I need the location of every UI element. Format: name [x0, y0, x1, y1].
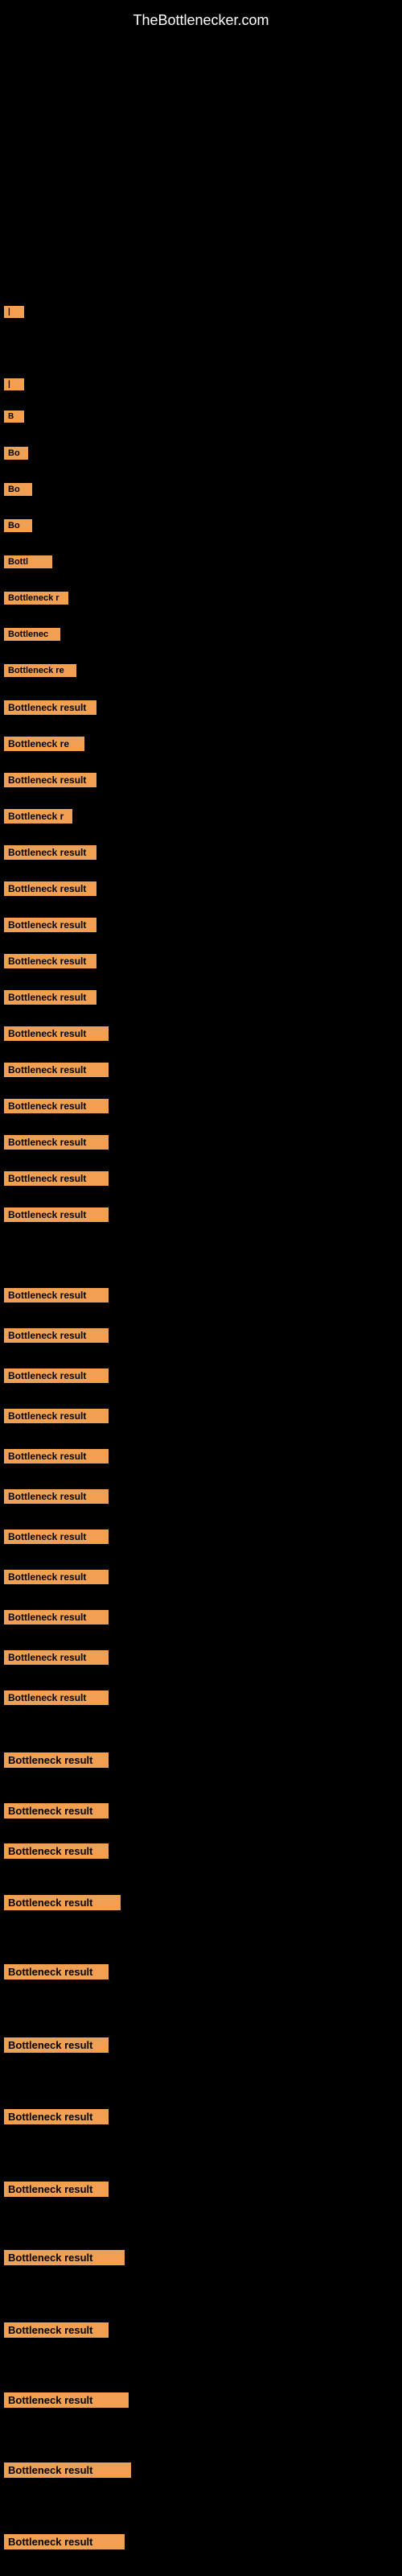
bottleneck-label-c4: Bottleneck result: [4, 1409, 109, 1423]
bottleneck-label-c6: Bottleneck result: [4, 1489, 109, 1504]
bottleneck-label-23: Bottleneck result: [4, 1135, 109, 1150]
bottleneck-label-c10: Bottleneck result: [4, 1650, 109, 1665]
site-title: TheBottlenecker.com: [0, 4, 402, 37]
bottleneck-label-c1: Bottleneck result: [4, 1288, 109, 1302]
bottleneck-label-2: |: [4, 378, 24, 390]
bottleneck-label-b4: Bottleneck result: [4, 2250, 125, 2265]
bottleneck-label-11: Bottleneck result: [4, 700, 96, 715]
bottleneck-label-b6: Bottleneck result: [4, 2462, 131, 2478]
bottleneck-label-16: Bottleneck result: [4, 881, 96, 896]
bottleneck-label-10: Bottleneck re: [4, 664, 76, 677]
bottleneck-label-c16: Bottleneck result: [4, 2182, 109, 2197]
bottleneck-label-8: Bottleneck r: [4, 592, 68, 605]
bottleneck-label-22: Bottleneck result: [4, 1099, 109, 1113]
bottleneck-label-c14: Bottleneck result: [4, 1964, 109, 1979]
bottleneck-label-15: Bottleneck result: [4, 845, 96, 860]
bottleneck-label-6: Bo: [4, 519, 32, 532]
bottleneck-label-4: Bo: [4, 447, 28, 460]
bottleneck-label-c2: Bottleneck result: [4, 1328, 109, 1343]
bottleneck-label-b2: Bottleneck result: [4, 1895, 121, 1910]
bottleneck-label-18: Bottleneck result: [4, 954, 96, 968]
bottleneck-label-25: Bottleneck result: [4, 1208, 109, 1222]
bottleneck-label-9: Bottlenec: [4, 628, 60, 641]
bottleneck-label-b5: Bottleneck result: [4, 2392, 129, 2408]
bottleneck-label-14: Bottleneck r: [4, 809, 72, 824]
bottleneck-label-c12: Bottleneck result: [4, 1803, 109, 1818]
bottleneck-label-1: |: [4, 306, 24, 318]
bottleneck-label-b7: Bottleneck result: [4, 2534, 125, 2549]
bottleneck-label-c8: Bottleneck result: [4, 1570, 109, 1584]
bottleneck-label-19: Bottleneck result: [4, 990, 96, 1005]
bottleneck-label-c15: Bottleneck result: [4, 2109, 109, 2124]
bottleneck-label-c9: Bottleneck result: [4, 1610, 109, 1624]
bottleneck-label-5: Bo: [4, 483, 32, 496]
bottleneck-label-12: Bottleneck re: [4, 737, 84, 751]
bottleneck-label-20: Bottleneck result: [4, 1026, 109, 1041]
bottleneck-label-7: Bottl: [4, 555, 52, 568]
bottleneck-label-c3: Bottleneck result: [4, 1368, 109, 1383]
bottleneck-label-c7: Bottleneck result: [4, 1530, 109, 1544]
bottleneck-label-17: Bottleneck result: [4, 918, 96, 932]
bottleneck-label-3: B: [4, 411, 24, 423]
bottleneck-label-c13: Bottleneck result: [4, 1843, 109, 1859]
bottleneck-label-b3: Bottleneck result: [4, 2037, 109, 2053]
bottleneck-label-21: Bottleneck result: [4, 1063, 109, 1077]
bottleneck-label-c11: Bottleneck result: [4, 1690, 109, 1705]
bottleneck-label-24: Bottleneck result: [4, 1171, 109, 1186]
bottleneck-label-c17: Bottleneck result: [4, 2322, 109, 2338]
bottleneck-label-13: Bottleneck result: [4, 773, 96, 787]
bottleneck-label-c5: Bottleneck result: [4, 1449, 109, 1463]
bottleneck-label-b1: Bottleneck result: [4, 1752, 109, 1768]
